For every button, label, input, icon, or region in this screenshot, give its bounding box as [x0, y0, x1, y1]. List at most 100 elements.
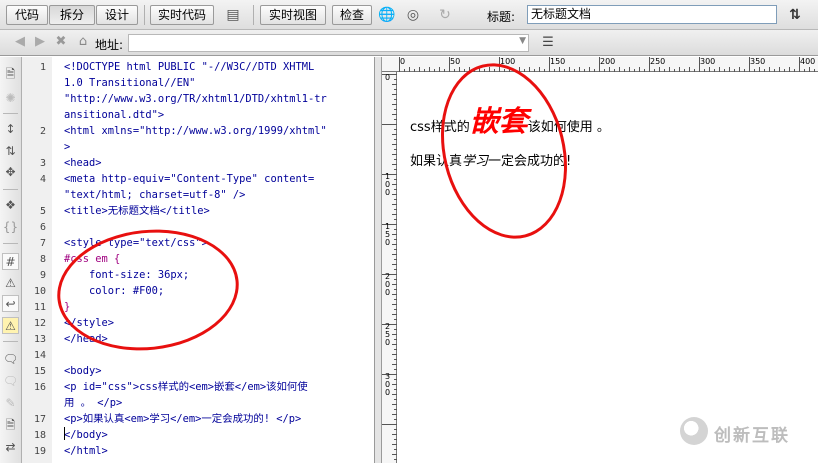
file-management-icon[interactable]: ⇅: [784, 6, 806, 24]
title-label: 标题:: [487, 10, 516, 24]
line-number: 10: [33, 286, 46, 297]
ruler-label: 0: [385, 73, 391, 82]
line-number-gutter: 1 2 3 4 5 6 7 8 9 10 11 12 13 14 15 16 1…: [22, 57, 52, 463]
code-line: </html>: [64, 445, 108, 457]
horizontal-ruler: 0 50 100 150 200 250 300 350 400: [382, 57, 818, 72]
code-line: ansitional.dtd">: [64, 109, 165, 121]
toolbar-divider: [253, 5, 254, 25]
vertical-ruler: 0 100 150 200 250 300: [382, 72, 397, 463]
title-field[interactable]: 无标题文档: [527, 5, 777, 24]
line-number: 13: [33, 334, 46, 345]
forward-arrow-icon[interactable]: ▶: [32, 34, 48, 50]
expand-all-icon[interactable]: ✥: [2, 164, 19, 181]
collapse-full-tag-icon[interactable]: ↕: [2, 121, 19, 138]
watermark-logo-icon: [680, 417, 708, 445]
line-number: 17: [33, 414, 46, 425]
open-documents-icon[interactable]: 🗎: [2, 66, 19, 83]
toolbar-divider: [3, 113, 18, 114]
coding-toolbar: 🗎 ✺ ↕ ⇅ ✥ ❖ {} # ⚠ ↩ ⚠ 🗨 🗨 ✎ 🗎 ⇄: [0, 57, 22, 463]
line-numbers-icon[interactable]: #: [2, 253, 19, 270]
code-line: <head>: [64, 157, 102, 169]
inspect-frames-icon[interactable]: ▤: [222, 6, 244, 24]
chevron-down-icon[interactable]: ▼: [519, 36, 526, 46]
word-wrap-icon[interactable]: ↩: [2, 295, 19, 312]
line-number: 2: [39, 126, 46, 137]
ruler-label: 350: [750, 57, 766, 66]
code-line: <p id="css">css样式的<em>嵌套</em>该如何使: [64, 381, 308, 393]
stop-icon[interactable]: ✖: [53, 34, 69, 50]
toolbar-divider: [144, 5, 145, 25]
line-number: 12: [33, 318, 46, 329]
code-line: <html xmlns="http://www.w3.org/1999/xhtm…: [64, 125, 327, 137]
line-number: 6: [39, 222, 46, 233]
code-line: <!DOCTYPE html PUBLIC "-//W3C//DTD XHTML: [64, 61, 315, 73]
visual-aids-icon[interactable]: ◎: [404, 6, 422, 24]
line-number: 18: [33, 430, 46, 441]
code-line: <title>无标题文档</title>: [64, 205, 210, 217]
refresh-icon[interactable]: ↻: [436, 6, 454, 24]
split-view-button[interactable]: 拆分: [49, 5, 95, 25]
code-line: <meta http-equiv="Content-Type" content=: [64, 173, 315, 185]
ruler-label: 250: [385, 322, 391, 347]
view-splitter[interactable]: [374, 57, 382, 463]
wrap-tag-icon[interactable]: ✎: [2, 395, 19, 412]
code-line: "http://www.w3.org/TR/xhtml1/DTD/xhtml1-…: [64, 93, 327, 105]
toolbar-divider: [3, 341, 18, 342]
browser-preview-icon[interactable]: 🌐: [378, 6, 396, 24]
address-input[interactable]: ▼: [128, 34, 529, 52]
ruler-label: 150: [385, 222, 391, 247]
ruler-label: 50: [450, 57, 461, 66]
ruler-label: 300: [385, 372, 391, 397]
ruler-label: 150: [550, 57, 566, 66]
syntax-error-alerts-icon[interactable]: ⚠: [2, 317, 19, 334]
line-number: 8: [39, 254, 46, 265]
toolbar-divider: [3, 189, 18, 190]
inspect-button[interactable]: 检查: [332, 5, 372, 25]
line-number: 9: [39, 270, 46, 281]
code-line: >: [64, 141, 71, 153]
code-line: "text/html; charset=utf-8" />: [64, 189, 246, 201]
code-line: 1.0 Transitional//EN": [64, 77, 196, 89]
code-line: </body>: [64, 429, 108, 441]
code-line: <p>如果认真<em>学习</em>一定会成功的! </p>: [64, 413, 302, 425]
line-number: 7: [39, 238, 46, 249]
design-view-button[interactable]: 设计: [96, 5, 138, 25]
collapse-selection-icon[interactable]: ⇅: [2, 143, 19, 160]
recent-snippets-icon[interactable]: 🗎: [2, 417, 19, 434]
ruler-ticks: [382, 74, 397, 460]
ruler-label: 0: [400, 57, 406, 66]
text-caret: [64, 427, 65, 440]
live-code-button[interactable]: 实时代码: [150, 5, 214, 25]
line-number: 14: [33, 350, 46, 361]
move-css-icon[interactable]: ⇄: [2, 439, 19, 456]
ruler-label: 250: [650, 57, 666, 66]
code-line: 用 。 </p>: [64, 397, 123, 409]
apply-comment-icon[interactable]: 🗨: [2, 351, 19, 368]
line-number: 1: [39, 62, 46, 73]
ruler-label: 300: [700, 57, 716, 66]
ruler-label: 400: [800, 57, 816, 66]
home-icon[interactable]: ⌂: [75, 34, 91, 50]
address-label: 地址:: [95, 38, 124, 52]
remove-comment-icon[interactable]: 🗨: [2, 373, 19, 390]
code-line: <body>: [64, 365, 102, 377]
back-arrow-icon[interactable]: ◀: [12, 34, 28, 50]
line-number: 19: [33, 446, 46, 457]
line-number: 3: [39, 158, 46, 169]
show-code-navigator-icon[interactable]: ✺: [2, 90, 19, 107]
line-number: 11: [33, 302, 46, 313]
live-view-button[interactable]: 实时视图: [260, 5, 326, 25]
line-number: 5: [39, 206, 46, 217]
ruler-label: 200: [385, 272, 391, 297]
address-toolbar: ◀ ▶ ✖ ⌂ 地址: ▼ ☰: [0, 30, 818, 56]
select-parent-tag-icon[interactable]: ❖: [2, 197, 19, 214]
view-options-icon[interactable]: ☰: [538, 34, 558, 52]
highlight-invalid-code-icon[interactable]: ⚠: [2, 275, 19, 292]
ruler-label: 100: [385, 172, 391, 197]
toolbar-divider: [3, 243, 18, 244]
watermark-text: 创新互联: [714, 426, 790, 446]
line-number: 15: [33, 366, 46, 377]
balance-braces-icon[interactable]: {}: [2, 219, 19, 236]
code-view-button[interactable]: 代码: [6, 5, 48, 25]
document-toolbar: 代码 拆分 设计 实时代码 ▤ 实时视图 检查 🌐 ◎ ↻ 标题: 无标题文档 …: [0, 0, 818, 30]
